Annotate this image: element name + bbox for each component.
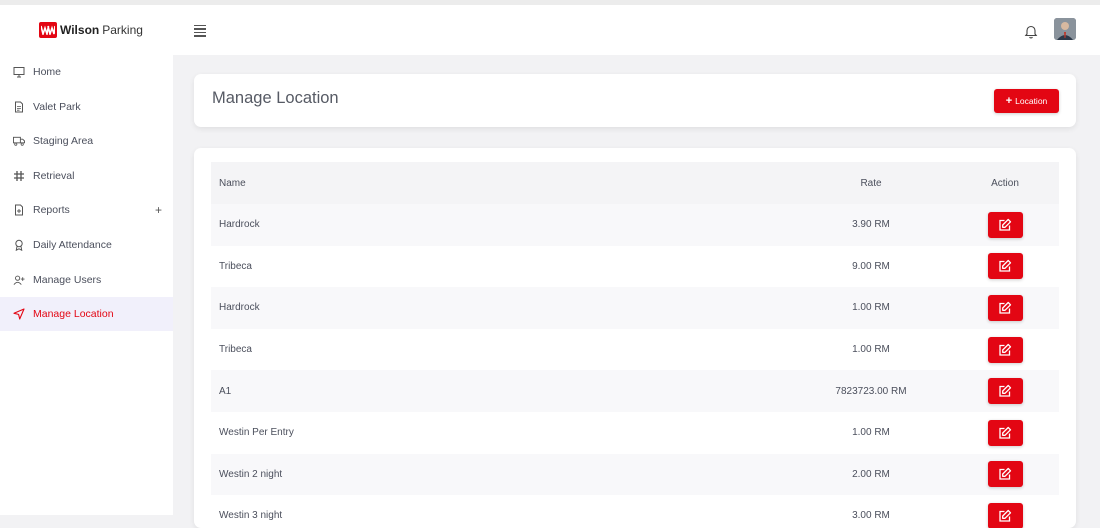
cell-action	[951, 453, 1059, 496]
sidebar-item-daily-attendance[interactable]: Daily Attendance	[0, 228, 173, 262]
cell-rate: 2.00 RM	[651, 453, 951, 496]
edit-button[interactable]	[987, 211, 1023, 238]
truck-icon	[13, 135, 25, 147]
navigation-icon	[13, 308, 25, 320]
top-bar: Wilson Parking	[0, 0, 1100, 55]
sidebar: Home Valet Park Staging Area Retrieval R…	[0, 55, 173, 515]
column-header-rate: Rate	[651, 162, 951, 204]
sidebar-item-manage-location[interactable]: Manage Location	[0, 297, 173, 332]
edit-icon	[998, 426, 1012, 440]
notification-bell-icon[interactable]	[1024, 24, 1038, 44]
wilson-logo-icon	[39, 22, 57, 38]
sidebar-item-manage-users[interactable]: Manage Users	[0, 263, 173, 297]
cell-name: A1	[211, 370, 651, 412]
sidebar-item-staging-area[interactable]: Staging Area	[0, 124, 173, 158]
column-header-name: Name	[211, 162, 651, 204]
edit-button[interactable]	[987, 294, 1023, 321]
sidebar-item-label: Manage Location	[33, 308, 114, 321]
cell-rate: 7823723.00 RM	[651, 370, 951, 412]
brand-name: Wilson	[60, 23, 100, 37]
report-icon	[13, 204, 25, 216]
cell-rate: 9.00 RM	[852, 260, 890, 272]
sidebar-item-label: Valet Park	[33, 100, 81, 113]
table-row: Westin 3 night 3.00 RM	[211, 495, 1059, 528]
edit-icon	[998, 343, 1012, 357]
edit-button[interactable]	[987, 502, 1023, 528]
cell-name: Hardrock	[211, 204, 651, 246]
sidebar-item-label: Reports	[33, 204, 70, 217]
brand-sub: Parking	[102, 23, 143, 37]
cell-name: Westin Per Entry	[219, 427, 294, 439]
edit-icon	[998, 384, 1012, 398]
edit-icon	[998, 301, 1012, 315]
cell-rate: 1.00 RM	[852, 344, 890, 356]
page-title: Manage Location	[212, 89, 339, 107]
cell-action	[951, 370, 1059, 412]
table-row: Tribeca 9.00 RM	[211, 246, 1059, 288]
edit-button[interactable]	[987, 378, 1023, 405]
logo[interactable]: Wilson Parking	[39, 22, 143, 38]
sidebar-item-reports[interactable]: Reports +	[0, 193, 173, 227]
table-row: Hardrock 1.00 RM	[211, 287, 1059, 329]
edit-button[interactable]	[987, 419, 1023, 446]
locations-table-card: Name Rate Action Hardrock 3.90 RM Tribeca 9…	[194, 148, 1076, 528]
table-row: Westin Per Entry 1.00 RM	[211, 412, 1059, 454]
cell-action	[951, 329, 1059, 371]
edit-icon	[998, 467, 1012, 481]
sidebar-item-label: Home	[33, 66, 62, 78]
cell-rate: 3.00 RM	[852, 510, 890, 522]
cell-action	[951, 246, 1059, 288]
user-avatar[interactable]	[1054, 18, 1076, 40]
add-location-label: Location	[1015, 96, 1048, 106]
cell-action	[951, 204, 1059, 246]
monitor-icon	[13, 66, 25, 78]
cell-name: Westin 3 night	[219, 510, 283, 522]
edit-button[interactable]	[987, 461, 1023, 488]
table-row: Westin 2 night 2.00 RM	[211, 453, 1059, 496]
sidebar-item-label: Staging Area	[33, 135, 94, 148]
sidebar-item-retrieval[interactable]: Retrieval	[0, 159, 173, 193]
table-row: A1 7823723.00 RM	[211, 370, 1059, 412]
edit-icon	[998, 218, 1012, 232]
document-icon	[13, 101, 25, 113]
cell-name: Hardrock	[211, 287, 651, 329]
award-icon	[13, 239, 25, 251]
cell-action	[951, 287, 1059, 329]
sidebar-item-label: Manage Users	[33, 273, 102, 286]
table-header-row: Name Rate Action	[211, 162, 1059, 204]
locations-table: Name Rate Action Hardrock 3.90 RM Tribeca 9…	[211, 162, 1059, 528]
sidebar-item-label: Daily Attendance	[33, 239, 112, 251]
edit-button[interactable]	[987, 336, 1023, 363]
cell-action	[951, 412, 1059, 454]
cell-rate: 3.90 RM	[651, 204, 951, 246]
cell-rate: 1.00 RM	[852, 427, 890, 439]
cell-action	[951, 495, 1059, 528]
hash-icon	[13, 170, 25, 182]
menu-toggle-icon[interactable]	[194, 25, 206, 39]
cell-name: Tribeca	[219, 260, 252, 272]
expand-plus-icon[interactable]: +	[155, 203, 162, 217]
sidebar-item-label: Retrieval	[33, 169, 75, 182]
edit-icon	[998, 259, 1012, 273]
cell-rate: 1.00 RM	[651, 287, 951, 329]
add-location-button[interactable]: + Location	[994, 89, 1059, 113]
page-header-card: Manage Location + Location	[194, 74, 1076, 127]
table-row: Hardrock 3.90 RM	[211, 204, 1059, 246]
cell-name: Tribeca	[219, 344, 252, 356]
column-header-action: Action	[951, 162, 1059, 204]
table-row: Tribeca 1.00 RM	[211, 329, 1059, 371]
edit-icon	[998, 509, 1012, 523]
sidebar-item-home[interactable]: Home	[0, 55, 173, 89]
plus-icon: +	[1005, 95, 1013, 107]
edit-button[interactable]	[987, 253, 1023, 280]
sidebar-item-valet-park[interactable]: Valet Park	[0, 90, 173, 124]
cell-name: Westin 2 night	[211, 453, 651, 496]
user-plus-icon	[13, 274, 25, 286]
